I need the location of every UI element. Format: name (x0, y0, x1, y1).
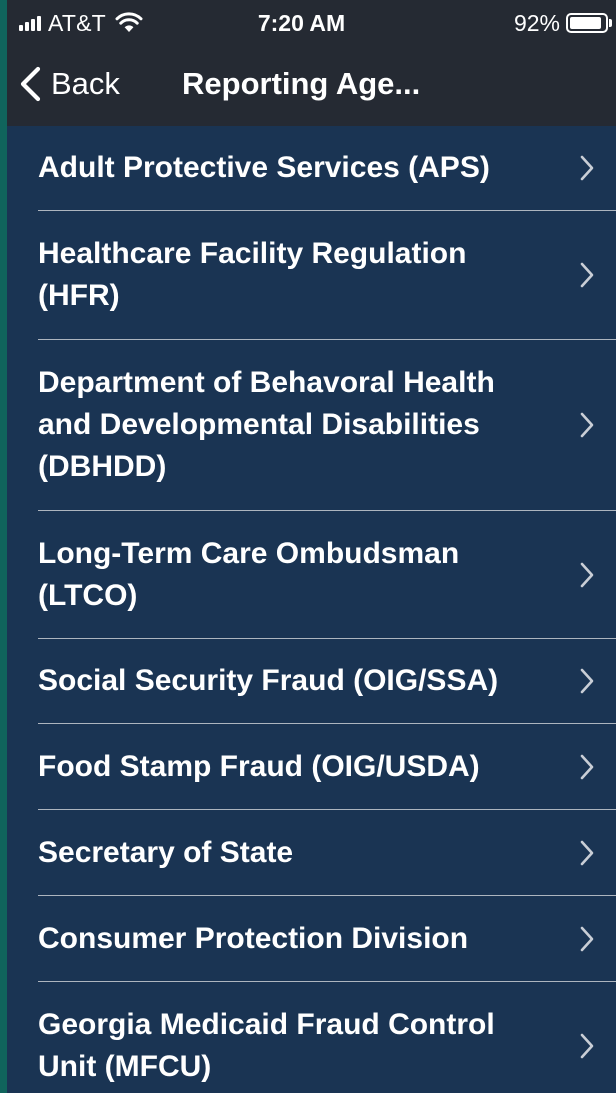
agency-label: Department of Behavoral Health and Devel… (38, 366, 495, 483)
agency-row-consumer-protection[interactable]: Consumer Protection Division (7, 896, 616, 981)
chevron-right-icon (580, 840, 594, 865)
navigation-bar: Back Reporting Age... (7, 44, 616, 126)
chevron-right-icon (580, 412, 594, 438)
agency-label: Georgia Medicaid Fraud Control Unit (MFC… (38, 1008, 495, 1083)
battery-fill (570, 17, 602, 29)
battery-percent: 92% (513, 9, 560, 36)
agency-row-ltco[interactable]: Long-Term Care Ombudsman (LTCO) (7, 511, 616, 638)
back-button[interactable]: Back (19, 64, 120, 104)
agency-row-aps[interactable]: Adult Protective Services (APS) (7, 126, 616, 210)
agency-row-mfcu[interactable]: Georgia Medicaid Fraud Control Unit (MFC… (7, 982, 616, 1093)
chevron-right-icon (580, 1033, 594, 1059)
agency-row-hfr[interactable]: Healthcare Facility Regulation (HFR) (7, 211, 616, 339)
chevron-right-icon (580, 155, 594, 181)
status-right: 92% (514, 10, 612, 36)
agency-label: Secretary of State (38, 835, 294, 869)
back-label: Back (51, 66, 120, 101)
agency-row-secretary-of-state[interactable]: Secretary of State (7, 810, 616, 895)
agency-label: Adult Protective Services (APS) (38, 151, 490, 184)
chevron-right-icon (580, 262, 594, 288)
chevron-left-icon (20, 66, 41, 102)
agency-label: Healthcare Facility Regulation (HFR) (38, 237, 467, 312)
agency-label: Long-Term Care Ombudsman (LTCO) (38, 536, 460, 612)
chevron-right-icon (580, 926, 594, 951)
agency-label: Food Stamp Fraud (OIG/USDA) (38, 749, 480, 783)
agency-row-dbhdd[interactable]: Department of Behavoral Health and Devel… (7, 340, 616, 510)
agency-label: Consumer Protection Division (38, 921, 469, 955)
battery-icon (566, 13, 608, 33)
agency-label: Social Security Fraud (OIG/SSA) (38, 664, 499, 697)
agency-row-oig-usda[interactable]: Food Stamp Fraud (OIG/USDA) (7, 724, 616, 809)
chevron-right-icon (580, 562, 594, 587)
chevron-right-icon (580, 754, 594, 779)
agency-list: Adult Protective Services (APS) Healthca… (7, 126, 616, 1093)
app-screen: AT&T 7:20 AM 92% Back Reporting Age... A… (7, 0, 616, 1093)
chevron-right-icon (580, 668, 594, 694)
battery-nub (609, 19, 612, 27)
page-title: Reporting Age... (182, 66, 421, 101)
status-bar: AT&T 7:20 AM 92% (7, 0, 616, 44)
agency-row-oig-ssa[interactable]: Social Security Fraud (OIG/SSA) (7, 639, 616, 723)
